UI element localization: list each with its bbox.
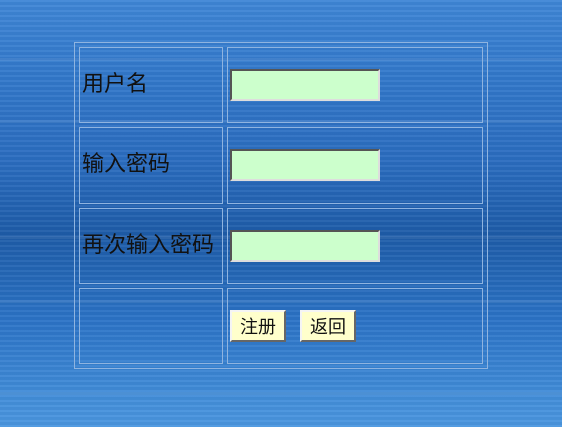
confirm-password-field-cell <box>227 207 483 284</box>
registration-form: 用户名 输入密码 再次输入密码 注册 返回 <box>74 42 488 369</box>
password-input[interactable] <box>230 149 380 182</box>
confirm-password-row: 再次输入密码 <box>79 207 483 284</box>
actions-row: 注册 返回 <box>79 287 483 364</box>
password-field-cell <box>227 127 483 204</box>
username-row: 用户名 <box>79 47 483 124</box>
background-streak <box>0 392 562 395</box>
username-field-cell <box>227 47 483 124</box>
confirm-password-input[interactable] <box>230 229 380 262</box>
password-row: 输入密码 <box>79 127 483 204</box>
actions-cell: 注册 返回 <box>227 287 483 364</box>
register-button[interactable]: 注册 <box>230 309 286 342</box>
back-button[interactable]: 返回 <box>300 309 356 342</box>
password-label: 输入密码 <box>79 127 223 204</box>
confirm-password-label: 再次输入密码 <box>79 207 223 284</box>
username-input[interactable] <box>230 69 380 102</box>
empty-label-cell <box>79 287 223 364</box>
username-label: 用户名 <box>79 47 223 124</box>
